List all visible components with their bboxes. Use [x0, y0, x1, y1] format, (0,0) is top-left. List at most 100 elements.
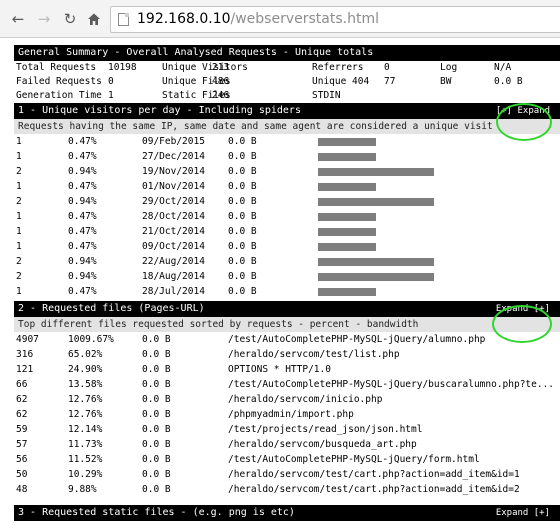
visitor-bandwidth: 0.0 B: [228, 181, 257, 192]
visitor-bar: [318, 273, 434, 281]
visitor-date: 18/Aug/2014: [142, 271, 205, 282]
file-row: 66 13.58% 0.0 B/test/AutoCompletePHP-MySQL…: [14, 377, 560, 392]
file-path: /test/AutoCompletePHP-MySQL-jQuery/busca…: [228, 379, 555, 390]
visitor-row: 1 0.47% 01/Nov/2014 0.0 B: [14, 179, 560, 194]
file-percent: 11.73%: [68, 439, 103, 450]
summary-value: 0.0 B: [494, 76, 523, 87]
back-arrow-icon[interactable]: ←: [8, 9, 28, 29]
section1-rows: 1 0.47% 09/Feb/2015 0.0 B 1 0.47% 27/Dec/2014 0…: [14, 134, 560, 299]
section1-expand-button[interactable]: [+] Expand: [496, 103, 550, 119]
visitor-hits: 1: [16, 211, 22, 222]
visitor-bandwidth: 0.0 B: [228, 151, 257, 162]
visitor-bandwidth: 0.0 B: [228, 166, 257, 177]
visitor-hits: 1: [16, 181, 22, 192]
file-path: /phpmyadmin/import.php: [228, 409, 354, 420]
visitor-row: 1 0.47% 27/Dec/2014 0.0 B: [14, 149, 560, 164]
visitor-bar: [318, 243, 376, 251]
visitor-date: 29/Oct/2014: [142, 196, 205, 207]
visitor-date: 09/Feb/2015: [142, 136, 205, 147]
file-bandwidth: 0.0 B: [142, 394, 171, 405]
summary-row: Total Requests 10198 Unique Visitors 213 Ref…: [14, 61, 560, 75]
visitor-row: 1 0.47% 09/Feb/2015 0.0 B: [14, 134, 560, 149]
summary-value: 0: [384, 62, 390, 73]
file-hits: 48: [16, 484, 28, 495]
visitor-row: 1 0.47% 28/Jul/2014 0.0 B: [14, 284, 560, 299]
file-percent: 12.14%: [68, 424, 103, 435]
section2-description: Top different files requested sorted by …: [14, 317, 560, 332]
visitor-row: 1 0.47% 28/Oct/2014 0.0 B: [14, 209, 560, 224]
file-bandwidth: 0.0 B: [142, 334, 171, 345]
section1-header: 1 - Unique visitors per day - Including …: [14, 103, 560, 119]
visitor-percent: 0.47%: [68, 181, 97, 192]
visitor-percent: 0.47%: [68, 286, 97, 297]
summary-value: 0: [108, 76, 114, 87]
file-bandwidth: 0.0 B: [142, 349, 171, 360]
file-bandwidth: 0.0 B: [142, 454, 171, 465]
file-hits: 66: [16, 379, 28, 390]
section3-title: 3 - Requested static files - (e.g. png i…: [18, 507, 295, 518]
visitor-date: 21/Oct/2014: [142, 226, 205, 237]
file-hits: 62: [16, 409, 28, 420]
summary-value: 213: [212, 62, 230, 73]
visitor-hits: 2: [16, 166, 22, 177]
visitor-date: 27/Dec/2014: [142, 151, 205, 162]
file-row: 57 11.73% 0.0 B/heraldo/servcom/busqueda_a…: [14, 437, 560, 452]
visitor-bar: [318, 153, 376, 161]
file-bandwidth: 0.0 B: [142, 379, 171, 390]
visitor-bar: [318, 258, 434, 266]
summary-row: Generation Time 1 Static Files 246 STDIN: [14, 89, 560, 103]
file-path: /heraldo/servcom/test/cart.php?action=ad…: [228, 484, 520, 495]
summary-label: Failed Requests: [16, 76, 102, 87]
url-path: /webserverstats.html: [230, 11, 379, 27]
visitor-bandwidth: 0.0 B: [228, 226, 257, 237]
visitor-bar: [318, 168, 434, 176]
visitor-date: 19/Nov/2014: [142, 166, 205, 177]
summary-value: 77: [384, 76, 396, 87]
visitor-bandwidth: 0.0 B: [228, 136, 257, 147]
file-path: /test/AutoCompletePHP-MySQL-jQuery/form.…: [228, 454, 480, 465]
visitor-hits: 2: [16, 256, 22, 267]
section2-rows: 4907 1009.67% 0.0 B/test/AutoCompletePHP-M…: [14, 332, 560, 497]
file-bandwidth: 0.0 B: [142, 364, 171, 375]
file-hits: 316: [16, 349, 34, 360]
file-percent: 13.58%: [68, 379, 103, 390]
reload-icon[interactable]: ↻: [60, 9, 80, 29]
file-percent: 65.02%: [68, 349, 103, 360]
file-path: OPTIONS * HTTP/1.0: [228, 364, 331, 375]
visitor-bandwidth: 0.0 B: [228, 241, 257, 252]
summary-label: STDIN: [312, 90, 341, 101]
summary-label: Log: [440, 62, 458, 73]
summary-header: General Summary - Overall Analysed Reque…: [14, 45, 560, 61]
file-percent: 11.52%: [68, 454, 103, 465]
visitor-percent: 0.94%: [68, 166, 97, 177]
visitor-percent: 0.94%: [68, 256, 97, 267]
report: General Summary - Overall Analysed Reque…: [14, 45, 560, 521]
visitor-date: 01/Nov/2014: [142, 181, 205, 192]
address-bar[interactable]: 192.168.0.10/webserverstats.html: [110, 6, 560, 33]
visitor-row: 1 0.47% 21/Oct/2014 0.0 B: [14, 224, 560, 239]
summary-grid: Total Requests 10198 Unique Visitors 213 Ref…: [14, 61, 560, 103]
section2-title: 2 - Requested files (Pages-URL): [18, 303, 205, 314]
section3-expand-button[interactable]: Expand [+]: [496, 505, 550, 521]
summary-title: General Summary - Overall Analysed Reque…: [18, 47, 374, 58]
visitor-bar: [318, 138, 376, 146]
visitor-percent: 0.94%: [68, 196, 97, 207]
summary-label: Total Requests: [16, 62, 97, 73]
home-icon[interactable]: [84, 9, 104, 29]
visitor-bar: [318, 183, 376, 191]
summary-value: 486: [212, 76, 230, 87]
file-row: 62 12.76% 0.0 B/heraldo/servcom/inicio.php: [14, 392, 560, 407]
visitor-bar: [318, 198, 434, 206]
section2-expand-button[interactable]: Expand [+]: [496, 301, 550, 317]
file-hits: 50: [16, 469, 28, 480]
file-path: /heraldo/servcom/inicio.php: [228, 394, 383, 405]
file-percent: 12.76%: [68, 394, 103, 405]
section3-header: 3 - Requested static files - (e.g. png i…: [14, 505, 560, 521]
visitor-bandwidth: 0.0 B: [228, 211, 257, 222]
visitor-bandwidth: 0.0 B: [228, 286, 257, 297]
visitor-date: 22/Aug/2014: [142, 256, 205, 267]
forward-arrow-icon[interactable]: →: [34, 9, 54, 29]
file-hits: 59: [16, 424, 28, 435]
file-percent: 9.88%: [68, 484, 97, 495]
file-percent: 1009.67%: [68, 334, 114, 345]
